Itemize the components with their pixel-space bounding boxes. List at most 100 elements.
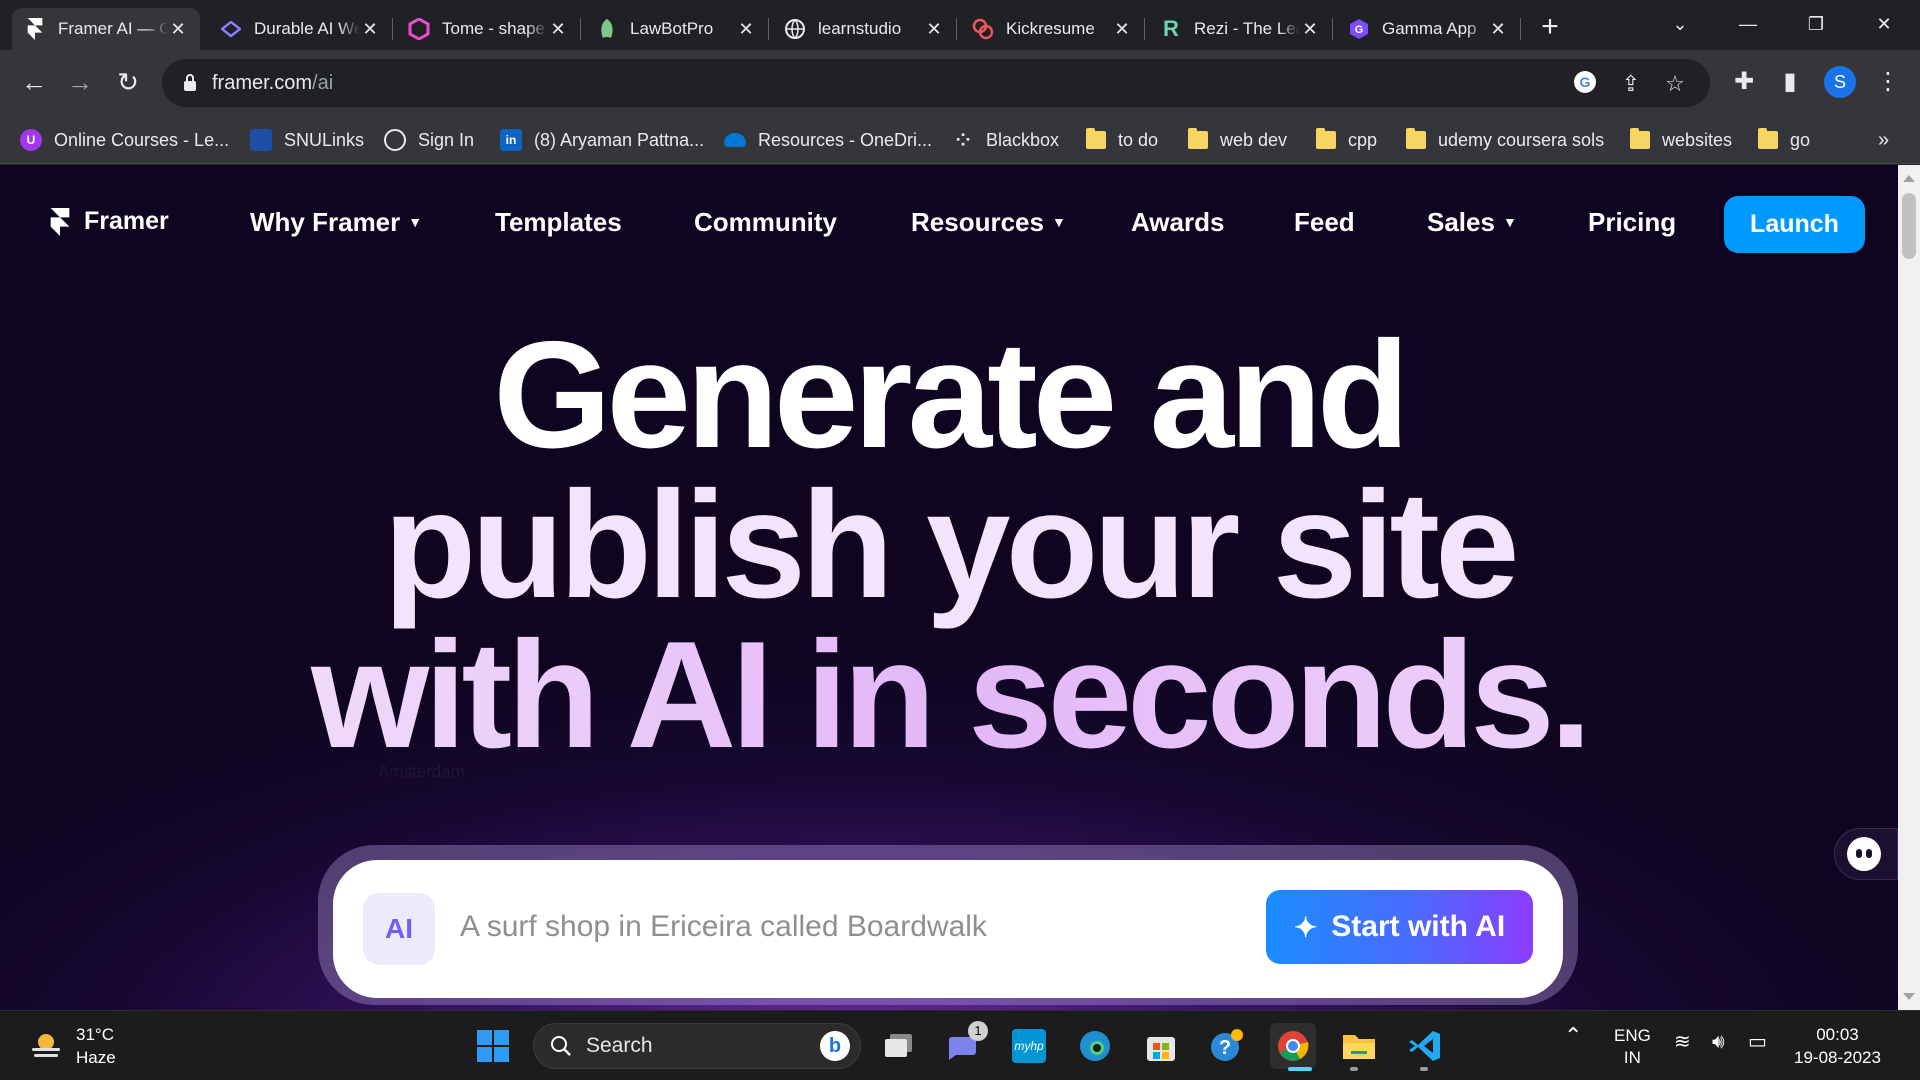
reload-button[interactable]: ↻ — [108, 62, 148, 102]
help-icon: ? — [1211, 1029, 1243, 1061]
tab-tome[interactable]: Tome - shape your ideas ✕ — [396, 8, 580, 50]
bing-icon[interactable]: b — [820, 1031, 850, 1061]
volume-icon[interactable]: 🔊︎ — [1712, 1031, 1725, 1053]
close-icon[interactable]: ✕ — [360, 19, 380, 40]
language-indicator[interactable]: ENG IN — [1614, 1025, 1651, 1069]
system-clock[interactable]: 00:03 19-08-2023 — [1794, 1023, 1881, 1069]
extensions-icon[interactable]: ✚ — [1726, 64, 1762, 100]
close-icon[interactable]: ✕ — [548, 19, 568, 40]
bookmark-folder-webdev[interactable]: web dev — [1188, 126, 1287, 154]
minimize-button[interactable]: — — [1728, 6, 1768, 42]
file-explorer-button[interactable] — [1336, 1023, 1382, 1069]
start-with-ai-label: Start with AI — [1331, 910, 1506, 943]
nav-label: Community — [694, 207, 837, 237]
bookmark-snulinks[interactable]: SNULinks — [250, 126, 364, 154]
start-button[interactable] — [470, 1023, 516, 1069]
google-lens-icon[interactable]: G — [1570, 69, 1600, 99]
nav-why-framer[interactable]: Why Framer ▼ — [250, 207, 422, 238]
scroll-up-arrow-icon[interactable] — [1903, 175, 1915, 182]
tab-separator — [1144, 18, 1145, 40]
bookmark-label: SNULinks — [284, 129, 365, 150]
scroll-down-arrow-icon[interactable] — [1903, 993, 1915, 1000]
bookmark-label: Resources - OneDri... — [758, 129, 933, 150]
side-panel-icon[interactable]: ▮ — [1772, 64, 1808, 100]
bookmark-folder-udemy[interactable]: udemy coursera sols — [1406, 126, 1604, 154]
close-window-button[interactable]: ✕ — [1864, 6, 1904, 42]
tab-rezi[interactable]: R Rezi - The Leading AI Resume Builder ✕ — [1148, 8, 1332, 50]
url-path: /ai — [312, 72, 334, 94]
browser-toolbar: ← → ↻ framer.com/ai G ⇪ ☆ ✚ ▮ S ⋮ — [0, 50, 1920, 116]
tab-learnstudio[interactable]: learnstudio ✕ — [772, 8, 956, 50]
svg-text:G: G — [1580, 74, 1591, 90]
bookmarks-overflow-chevron-icon[interactable]: » — [1878, 126, 1889, 154]
running-app-indicator — [1420, 1067, 1428, 1071]
tab-gamma[interactable]: G Gamma App ✕ — [1336, 8, 1520, 50]
bookmark-linkedin[interactable]: in (8) Aryaman Pattna... — [500, 126, 704, 154]
share-icon[interactable]: ⇪ — [1616, 69, 1646, 99]
bookmark-folder-cpp[interactable]: cpp — [1316, 126, 1377, 154]
framer-logo[interactable]: Framer — [50, 207, 169, 236]
tab-separator — [956, 18, 957, 40]
tab-durable[interactable]: Durable AI Website Builder ✕ — [208, 8, 392, 50]
start-with-ai-button[interactable]: ✦ Start with AI — [1266, 890, 1533, 964]
back-button[interactable]: ← — [14, 62, 54, 102]
close-icon[interactable]: ✕ — [168, 19, 188, 40]
chevron-down-icon: ▼ — [1502, 214, 1517, 230]
store-button[interactable] — [1138, 1023, 1184, 1069]
myhp-button[interactable]: myhp — [1006, 1023, 1052, 1069]
framer-icon — [24, 18, 46, 40]
bookmark-folder-todo[interactable]: to do — [1086, 126, 1158, 154]
profile-avatar[interactable]: S — [1824, 66, 1856, 98]
chrome-button[interactable] — [1270, 1023, 1316, 1069]
nav-templates[interactable]: Templates — [495, 207, 622, 238]
help-button[interactable]: ? — [1204, 1023, 1250, 1069]
task-view-button[interactable] — [876, 1023, 922, 1069]
tab-separator — [1520, 18, 1521, 40]
restore-button[interactable]: ❐ — [1796, 6, 1836, 42]
address-bar[interactable]: framer.com/ai G ⇪ ☆ — [162, 59, 1710, 107]
vscode-button[interactable] — [1402, 1023, 1448, 1069]
tab-kickresume[interactable]: Kickresume ✕ — [960, 8, 1144, 50]
edge-button[interactable] — [1072, 1023, 1118, 1069]
battery-icon[interactable]: ▭ — [1748, 1031, 1767, 1053]
bookmark-folder-go[interactable]: go — [1758, 126, 1810, 154]
tab-lawbotpro[interactable]: LawBotPro ✕ — [584, 8, 768, 50]
show-hidden-icons-chevron-icon[interactable]: ⌃ — [1564, 1025, 1582, 1047]
bookmark-onedrive[interactable]: Resources - OneDri... — [724, 126, 932, 154]
bookmark-star-icon[interactable]: ☆ — [1660, 69, 1690, 99]
close-icon[interactable]: ✕ — [1488, 19, 1508, 40]
tab-framer-ai[interactable]: Framer AI — Generate and publish your si… — [12, 8, 200, 50]
close-icon[interactable]: ✕ — [924, 19, 944, 40]
bookmark-online-courses[interactable]: U Online Courses - Le... — [20, 126, 229, 154]
scroll-thumb[interactable] — [1902, 193, 1916, 259]
wifi-icon[interactable]: ≋ — [1674, 1031, 1691, 1053]
teams-chat-button[interactable]: 1 — [940, 1021, 988, 1069]
page-scrollbar[interactable] — [1898, 165, 1920, 1010]
launch-button[interactable]: Launch — [1724, 196, 1865, 253]
nav-label: Why Framer — [250, 207, 401, 237]
taskbar-search[interactable]: Search b — [533, 1023, 861, 1069]
menu-kebab-icon[interactable]: ⋮ — [1870, 64, 1906, 100]
nav-awards[interactable]: Awards — [1131, 207, 1224, 238]
nav-feed[interactable]: Feed — [1294, 207, 1355, 238]
tab-search-chevron-icon[interactable]: ⌄ — [1660, 6, 1700, 42]
bookmark-blackbox[interactable]: ⁘ Blackbox — [952, 126, 1059, 154]
chat-bot-icon — [1847, 837, 1881, 871]
forward-button[interactable]: → — [60, 62, 100, 102]
search-icon — [551, 1036, 571, 1056]
close-icon[interactable]: ✕ — [736, 19, 756, 40]
weather-widget[interactable]: 31°C Haze — [28, 1023, 116, 1069]
nav-resources[interactable]: Resources ▼ — [911, 207, 1066, 238]
bookmark-sign-in[interactable]: Sign In — [384, 126, 474, 154]
folder-icon — [1758, 128, 1778, 149]
weather-temp: 31°C — [76, 1025, 114, 1044]
chat-widget-button[interactable] — [1834, 828, 1898, 880]
nav-community[interactable]: Community — [694, 207, 837, 238]
nav-sales[interactable]: Sales ▼ — [1427, 207, 1517, 238]
nav-pricing[interactable]: Pricing — [1588, 207, 1676, 238]
close-icon[interactable]: ✕ — [1112, 19, 1132, 40]
bookmark-folder-websites[interactable]: websites — [1630, 126, 1732, 154]
site-prompt-input[interactable] — [460, 897, 1240, 957]
new-tab-button[interactable]: + — [1532, 10, 1568, 46]
close-icon[interactable]: ✕ — [1300, 19, 1320, 40]
